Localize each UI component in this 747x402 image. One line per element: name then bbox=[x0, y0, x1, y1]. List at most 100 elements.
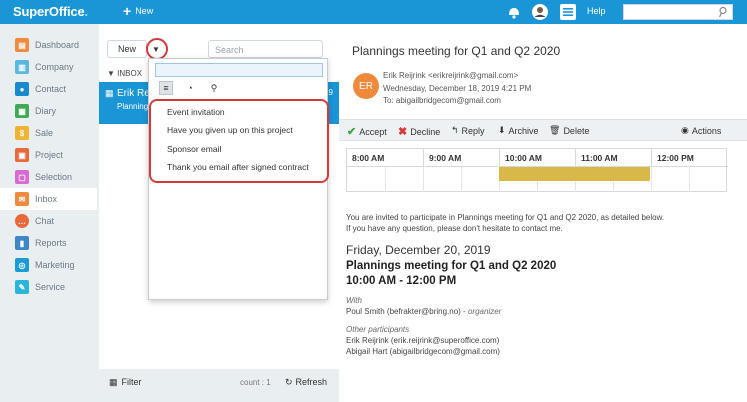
new-button[interactable]: New bbox=[107, 40, 147, 58]
menu-icon[interactable] bbox=[559, 3, 577, 21]
list-view-icon[interactable]: ≡ bbox=[159, 81, 173, 95]
template-item[interactable]: Thank you email after signed contract bbox=[167, 162, 309, 172]
sidebar-item-selection[interactable]: ▢ Selection bbox=[0, 166, 97, 188]
sidebar-item-sale[interactable]: $ Sale bbox=[0, 122, 97, 144]
diary-icon: ▦ bbox=[15, 104, 29, 118]
top-bar: SuperOffice. + New Help bbox=[0, 0, 747, 24]
service-icon: ✎ bbox=[15, 280, 29, 294]
actions-menu-button[interactable]: ◉ Actions bbox=[681, 125, 721, 136]
global-search-input[interactable] bbox=[623, 4, 733, 20]
sidebar-item-label: Project bbox=[35, 150, 64, 160]
template-item[interactable]: Event invitation bbox=[167, 107, 225, 117]
delete-label: Delete bbox=[563, 125, 590, 136]
with-label: With bbox=[346, 296, 362, 305]
recent-clock-icon[interactable]: ◔ bbox=[183, 81, 197, 95]
archive-label: Archive bbox=[508, 125, 539, 136]
search-icon bbox=[718, 6, 728, 20]
avatar: ER bbox=[353, 73, 379, 99]
participant: Erik Reijrink (erik.reijrink@superoffice… bbox=[346, 336, 500, 345]
organizer-role: organizer bbox=[467, 307, 502, 316]
sidebar-item-chat[interactable]: … Chat bbox=[0, 210, 97, 232]
template-tabs: ≡ ◔ ⚲ bbox=[159, 81, 221, 95]
refresh-button[interactable]: ↻ Refresh bbox=[285, 377, 327, 388]
actions-label: Actions bbox=[691, 125, 722, 136]
archive-button[interactable]: ⬇ Archive bbox=[498, 125, 539, 136]
decline-button[interactable]: ✖ Decline bbox=[398, 125, 440, 138]
time-slot bbox=[385, 166, 423, 192]
template-item[interactable]: Have you given up on this project bbox=[167, 125, 293, 135]
others-label: Other participants bbox=[346, 325, 410, 334]
trash-icon: 🗑 bbox=[549, 125, 561, 135]
calendar-preview: 8:00 AM 9:00 AM 10:00 AM 11:00 AM 12:00 … bbox=[346, 148, 728, 192]
sidebar-item-company[interactable]: ▥ Company bbox=[0, 56, 97, 78]
more-icon: ◉ bbox=[681, 125, 689, 135]
hour-label: 12:00 PM bbox=[651, 149, 728, 166]
plus-icon: + bbox=[123, 3, 132, 19]
refresh-icon: ↻ bbox=[285, 377, 293, 387]
top-new-button[interactable]: + New bbox=[123, 3, 154, 19]
time-slot bbox=[461, 166, 499, 192]
time-slot bbox=[423, 166, 461, 192]
superoffice-logo[interactable]: SuperOffice. bbox=[13, 4, 88, 19]
dashboard-icon: ▤ bbox=[15, 38, 29, 52]
sidebar-item-label: Chat bbox=[35, 216, 55, 226]
sidebar-item-dashboard[interactable]: ▤ Dashboard bbox=[0, 34, 97, 56]
time-slot bbox=[347, 166, 385, 192]
sender-info: Erik Reijrink <erikreijrink@gmail.com> W… bbox=[383, 70, 531, 108]
sidebar-item-label: Marketing bbox=[35, 260, 75, 270]
chat-icon: … bbox=[15, 214, 29, 228]
sidebar-item-label: Selection bbox=[35, 172, 73, 182]
delete-button[interactable]: 🗑 Delete bbox=[549, 125, 589, 136]
refresh-label: Refresh bbox=[295, 377, 328, 387]
sidebar: ▤ Dashboard ▥ Company ● Contact ▦ Diary … bbox=[0, 24, 99, 402]
sidebar-item-label: Service bbox=[35, 282, 66, 292]
top-new-label: New bbox=[135, 6, 154, 16]
event-title: Plannings meeting for Q1 and Q2 2020 bbox=[346, 260, 557, 272]
list-search-input[interactable]: Search bbox=[208, 40, 323, 58]
filter-button[interactable]: ▦ Filter bbox=[109, 377, 142, 388]
inbox-icon: ✉ bbox=[15, 192, 29, 206]
grid-icon: ▦ bbox=[109, 377, 118, 387]
filter-label: Filter bbox=[121, 377, 142, 387]
help-link[interactable]: Help bbox=[587, 6, 606, 16]
count-label: count : 1 bbox=[240, 378, 271, 387]
selection-icon: ▢ bbox=[15, 170, 29, 184]
action-bar: ✔ Accept ✖ Decline ↰ Reply ⬇ Archive 🗑 D… bbox=[339, 119, 747, 141]
user-avatar-icon[interactable] bbox=[531, 3, 549, 21]
organizer-line: Poul Smith (befrakter@bring.no) - organi… bbox=[346, 307, 501, 317]
sidebar-item-label: Sale bbox=[35, 128, 54, 138]
sidebar-item-diary[interactable]: ▦ Diary bbox=[0, 100, 97, 122]
notification-icon[interactable] bbox=[505, 3, 523, 21]
accept-label: Accept bbox=[359, 126, 387, 137]
organizer-name: Poul Smith (befrakter@bring.no) - bbox=[346, 307, 468, 316]
sidebar-item-label: Diary bbox=[35, 106, 57, 116]
sidebar-item-label: Company bbox=[35, 62, 74, 72]
sidebar-item-reports[interactable]: ▮ Reports bbox=[0, 232, 97, 254]
highlight-circle bbox=[146, 38, 168, 60]
inbox-folder-header[interactable]: ▼ INBOX bbox=[107, 69, 142, 78]
check-icon: ✔ bbox=[347, 126, 357, 138]
event-block[interactable] bbox=[499, 167, 650, 181]
archive-icon: ⬇ bbox=[498, 125, 506, 135]
reply-button[interactable]: ↰ Reply bbox=[451, 125, 485, 136]
sidebar-item-contact[interactable]: ● Contact bbox=[0, 78, 97, 100]
accept-button[interactable]: ✔ Accept bbox=[347, 125, 387, 138]
sidebar-item-label: Reports bbox=[35, 238, 67, 248]
message-detail: Plannings meeting for Q1 and Q2 2020 ER … bbox=[339, 24, 747, 402]
sidebar-item-service[interactable]: ✎ Service bbox=[0, 276, 97, 298]
to-line: To: abigailbridgecom@gmail.com bbox=[383, 96, 501, 105]
sidebar-item-inbox[interactable]: ✉ Inbox bbox=[0, 188, 97, 210]
contact-icon: ● bbox=[15, 82, 29, 96]
sidebar-item-project[interactable]: ▣ Project bbox=[0, 144, 97, 166]
sidebar-item-marketing[interactable]: ◎ Marketing bbox=[0, 254, 97, 276]
reply-label: Reply bbox=[461, 125, 485, 136]
template-dropdown: ≡ ◔ ⚲ Event invitation Have you given up… bbox=[148, 58, 329, 300]
marketing-icon: ◎ bbox=[15, 258, 29, 272]
search-icon[interactable]: ⚲ bbox=[207, 81, 221, 95]
sender-line: Erik Reijrink <erikreijrink@gmail.com> bbox=[383, 71, 519, 80]
template-search-input[interactable] bbox=[155, 63, 323, 77]
event-date: Friday, December 20, 2019 bbox=[346, 243, 491, 257]
sidebar-item-label: Dashboard bbox=[35, 40, 80, 50]
template-item[interactable]: Sponsor email bbox=[167, 144, 221, 154]
invite-line: If you have any question, please don't h… bbox=[346, 224, 563, 233]
